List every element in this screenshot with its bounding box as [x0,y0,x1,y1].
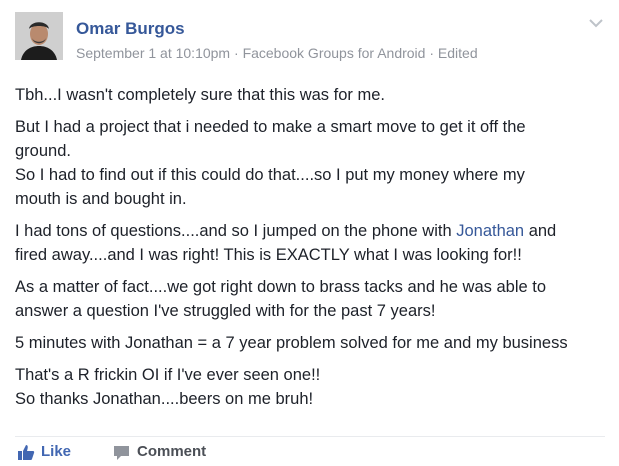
comment-button[interactable]: Comment [113,443,223,463]
like-label: Like [41,443,72,460]
post-paragraph: Tbh...I wasn't completely sure that this… [15,83,613,107]
post-line: fired away....and I was right! This is E… [15,246,522,264]
post-line: So thanks Jonathan....beers on me bruh! [15,390,314,408]
post-paragraph: That's a R frickin OI if I've ever seen … [15,363,613,411]
avatar[interactable] [15,12,63,60]
post-paragraph: As a matter of fact....we got right down… [15,275,613,323]
author-name[interactable]: Omar Burgos [76,19,185,39]
like-button[interactable]: Like [17,443,87,463]
post-line: I had tons of questions....and so I jump… [15,222,457,240]
thumbs-up-icon [17,444,35,465]
speech-bubble-icon [113,444,130,465]
facebook-post: Omar Burgos September 1 at 10:10pm · Fac… [0,0,619,466]
post-meta: September 1 at 10:10pm · Facebook Groups… [76,45,478,61]
post-options-button[interactable] [588,16,604,30]
post-line: As a matter of fact....we got right down… [15,278,547,296]
post-line: and [524,222,557,240]
post-line: answer a question I've struggled with fo… [15,302,436,320]
chevron-down-icon [589,19,603,28]
post-timestamp[interactable]: September 1 at 10:10pm [76,45,230,61]
post-actions: Like Comment [15,436,605,465]
post-paragraph: 5 minutes with Jonathan = a 7 year probl… [15,331,613,355]
edited-label[interactable]: Edited [438,45,478,61]
comment-label: Comment [137,443,207,460]
post-body: Tbh...I wasn't completely sure that this… [15,83,613,419]
post-line: 5 minutes with Jonathan = a 7 year probl… [15,334,568,352]
mention-link[interactable]: Jonathan [456,222,524,240]
post-paragraph: But I had a project that i needed to mak… [15,115,613,211]
post-line: So I had to find out if this could do th… [15,166,525,184]
post-paragraph: I had tons of questions....and so I jump… [15,219,613,267]
post-line: That's a R frickin OI if I've ever seen … [15,366,321,384]
meta-separator: · [425,45,438,61]
post-line: But I had a project that i needed to mak… [15,118,526,136]
post-line: mouth is and bought in. [15,190,187,208]
post-line: ground. [15,142,71,160]
meta-separator: · [230,45,243,61]
post-source[interactable]: Facebook Groups for Android [243,45,426,61]
avatar-photo [15,12,63,60]
post-line: Tbh...I wasn't completely sure that this… [15,86,385,104]
